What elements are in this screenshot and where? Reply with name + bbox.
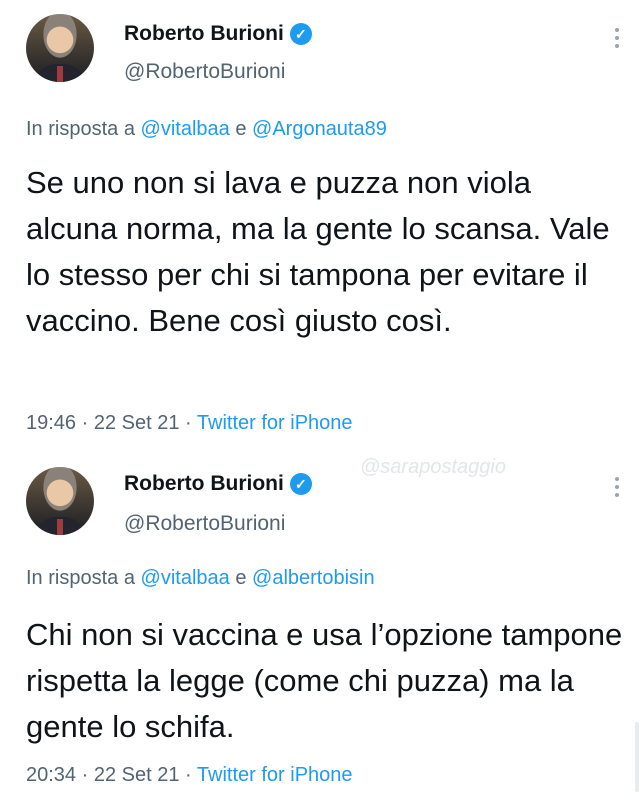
author-name[interactable]: Roberto Burioni	[124, 472, 284, 496]
scrollbar[interactable]	[635, 722, 639, 792]
meta-separator: ·	[185, 412, 192, 434]
author-name[interactable]: Roberto Burioni	[124, 22, 284, 46]
author-handle[interactable]: @RobertoBurioni	[124, 60, 285, 84]
meta-separator: ·	[81, 764, 89, 786]
author-name-row[interactable]: Roberto Burioni ✓	[124, 472, 312, 496]
tweet: Roberto Burioni ✓ @RobertoBurioni In ris…	[0, 0, 643, 455]
reply-joiner: e	[235, 118, 247, 140]
mention-link[interactable]: @albertobisin	[252, 567, 375, 589]
author-handle[interactable]: @RobertoBurioni	[124, 512, 285, 536]
tweet-meta: 20:34 · 22 Set 21 · Twitter for iPhone	[26, 764, 353, 787]
tweet-text: Chi non si vaccina e usa l’opzione tampo…	[26, 617, 623, 744]
author-name-row[interactable]: Roberto Burioni ✓	[124, 22, 312, 46]
reply-joiner: e	[235, 567, 247, 589]
mention-link[interactable]: @Argonauta89	[252, 118, 387, 140]
tweet-source[interactable]: Twitter for iPhone	[197, 412, 353, 434]
avatar[interactable]	[26, 14, 94, 82]
tweet-text: Se uno non si lava e puzza non viola alc…	[26, 165, 610, 338]
tweet-source[interactable]: Twitter for iPhone	[197, 764, 353, 786]
mention-link[interactable]: @vitalbaa	[141, 118, 230, 140]
tweet-time[interactable]: 20:34	[26, 764, 76, 786]
tweet-meta: 19:46 · 22 Set 21 · Twitter for iPhone	[26, 412, 353, 435]
avatar-tie	[57, 66, 63, 82]
reply-prefix: In risposta a	[26, 567, 135, 589]
meta-separator: ·	[185, 764, 192, 786]
avatar-tie	[57, 519, 63, 535]
more-options-icon[interactable]	[615, 28, 621, 48]
meta-separator: ·	[81, 412, 89, 434]
tweet-date[interactable]: 22 Set 21	[94, 412, 180, 434]
mention-link[interactable]: @vitalbaa	[141, 567, 230, 589]
reply-prefix: In risposta a	[26, 118, 135, 140]
avatar[interactable]	[26, 467, 94, 535]
tweet-time[interactable]: 19:46	[26, 412, 76, 434]
more-options-icon[interactable]	[615, 477, 621, 497]
verified-badge-icon: ✓	[289, 473, 312, 495]
reply-context: In risposta a @vitalbaa e @Argonauta89	[26, 118, 387, 141]
tweet-date[interactable]: 22 Set 21	[94, 764, 180, 786]
verified-badge-icon: ✓	[289, 23, 312, 45]
reply-context: In risposta a @vitalbaa e @albertobisin	[26, 567, 375, 590]
tweet: Roberto Burioni ✓ @RobertoBurioni In ris…	[0, 455, 643, 800]
